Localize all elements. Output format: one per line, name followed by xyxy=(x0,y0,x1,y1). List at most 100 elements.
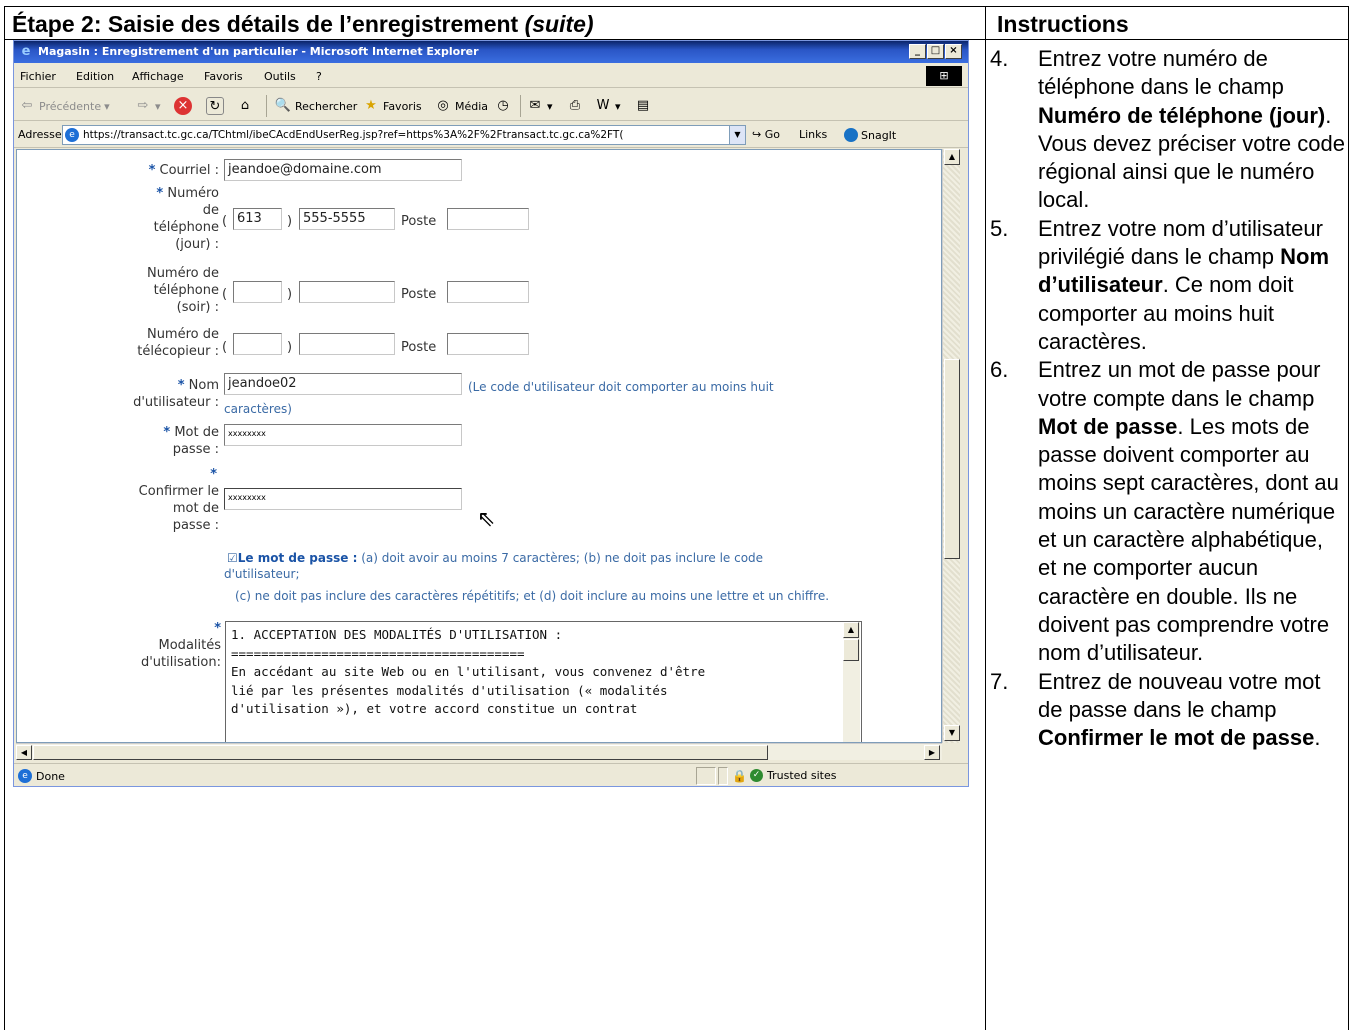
status-panel xyxy=(718,767,728,785)
confirm-password-label: * Confirmer le mot de passe : xyxy=(107,466,219,534)
instruction-item: 6. Entrez un mot de passe pour votre comp… xyxy=(990,356,1345,667)
page-vertical-scrollbar[interactable]: ▲ ▼ xyxy=(942,149,960,743)
forward-button[interactable]: ⇨ ▾ xyxy=(134,97,161,115)
username-label: * Nom d'utilisateur : xyxy=(107,377,219,411)
day-area-code-field[interactable]: 613 xyxy=(233,208,282,230)
required-marker: * xyxy=(210,467,217,482)
evening-area-code-field[interactable] xyxy=(233,281,282,303)
forward-arrow-icon: ⇨ xyxy=(137,98,149,113)
instruction-number: 5. xyxy=(990,215,1009,241)
username-field[interactable]: jeandoe02 xyxy=(224,373,462,395)
security-zone-label: Trusted sites xyxy=(767,769,837,782)
close-paren: ) xyxy=(287,214,293,229)
menu-affichage[interactable]: Affichage xyxy=(132,70,184,83)
address-dropdown-icon[interactable]: ▼ xyxy=(729,126,745,144)
history-button[interactable]: ◷ xyxy=(494,97,512,115)
fax-label-text: télécopieur : xyxy=(137,344,219,359)
status-text: e Done xyxy=(18,769,65,783)
close-icon[interactable]: × xyxy=(945,44,962,59)
scroll-thumb[interactable] xyxy=(843,639,859,661)
stop-button[interactable]: × xyxy=(174,97,192,115)
page-icon: e xyxy=(18,769,32,783)
fax-extension-field[interactable] xyxy=(447,333,529,355)
scroll-right-icon[interactable]: ▶ xyxy=(924,745,940,760)
search-icon: 🔍 xyxy=(274,98,292,113)
terms-textarea[interactable]: 1. ACCEPTATION DES MODALITÉS D'UTILISATI… xyxy=(225,621,862,742)
evening-phone-label-text: téléphone xyxy=(153,283,219,298)
day-extension-field[interactable] xyxy=(447,208,529,230)
toolbar: ⇦ Précédente ▾ ⇨ ▾ × ↻ ⌂ 🔍 Rechercher ★ Favor… xyxy=(14,89,968,121)
go-label: Go xyxy=(764,128,780,141)
lock-icon: 🔒 xyxy=(732,769,747,783)
scroll-down-icon[interactable]: ▼ xyxy=(944,725,960,741)
back-button[interactable]: ⇦ Précédente ▾ xyxy=(18,97,110,115)
username-hint-cont: caractères) xyxy=(224,402,292,416)
evening-phone-label: Numéro de téléphone (soir) : xyxy=(127,265,219,316)
day-phone-label-line: * Numéro xyxy=(127,185,219,202)
password-field[interactable]: xxxxxxxx xyxy=(224,424,462,446)
edit-button[interactable]: W ▾ xyxy=(594,97,621,115)
required-marker: * xyxy=(156,186,164,201)
print-button[interactable]: ⎙ xyxy=(566,97,584,115)
menu-favoris[interactable]: Favoris xyxy=(204,70,243,83)
instruction-field-name: Mot de passe xyxy=(1038,413,1178,439)
toolbar-separator xyxy=(520,95,521,117)
search-button[interactable]: 🔍 Rechercher xyxy=(274,97,357,115)
day-phone-label-text: de xyxy=(202,203,219,218)
title-bar[interactable]: e Magasin : Enregistrement d'un particul… xyxy=(14,41,968,63)
required-marker: * xyxy=(214,621,221,636)
password-label-text: Mot de xyxy=(174,425,219,440)
refresh-button[interactable]: ↻ xyxy=(206,97,224,115)
window-controls: _ □ × xyxy=(909,44,962,59)
status-panel xyxy=(696,767,716,785)
evening-extension-field[interactable] xyxy=(447,281,529,303)
step-heading-suffix: (suite) xyxy=(524,11,594,37)
instruction-number: 4. xyxy=(990,46,1009,71)
required-marker: * xyxy=(163,425,171,440)
scroll-thumb[interactable] xyxy=(944,359,960,559)
snagit-button[interactable]: SnagIt xyxy=(844,128,896,142)
address-input[interactable]: e https://transact.tc.gc.ca/TChtml/ibeCA… xyxy=(62,125,746,145)
links-button[interactable]: Links xyxy=(799,128,827,141)
menu-outils[interactable]: Outils xyxy=(264,70,296,83)
evening-phone-label-text: (soir) : xyxy=(176,300,219,315)
discuss-button[interactable]: ▤ xyxy=(634,97,652,115)
poste-label: Poste xyxy=(401,340,437,355)
mail-button[interactable]: ✉ ▾ xyxy=(526,97,553,115)
terms-scrollbar[interactable]: ▲ xyxy=(843,622,860,742)
scroll-thumb[interactable] xyxy=(33,745,768,760)
search-label: Rechercher xyxy=(295,99,358,113)
menu-help[interactable]: ? xyxy=(316,70,322,83)
evening-phone-field[interactable] xyxy=(299,281,395,303)
fax-area-code-field[interactable] xyxy=(233,333,282,355)
minimize-icon[interactable]: _ xyxy=(909,44,926,59)
menu-bar: Fichier Edition Affichage Favoris Outils… xyxy=(14,64,968,88)
open-paren: ( xyxy=(222,340,228,355)
confirm-label-text: Confirmer le xyxy=(138,484,219,499)
maximize-icon[interactable]: □ xyxy=(927,44,944,59)
star-icon: ★ xyxy=(365,98,377,113)
history-icon: ◷ xyxy=(497,98,509,113)
status-bar: e Done 🔒 ✓ Trusted sites xyxy=(14,763,968,786)
page-horizontal-scrollbar[interactable]: ◀ ▶ xyxy=(16,743,942,760)
email-field[interactable]: jeandoe@domaine.com xyxy=(224,159,462,181)
favorites-button[interactable]: ★ Favoris xyxy=(362,97,421,115)
password-label: * Mot de passe : xyxy=(127,424,219,458)
address-bar: Adresse e https://transact.tc.gc.ca/TCht… xyxy=(14,122,968,148)
snagit-icon xyxy=(844,128,858,142)
media-button[interactable]: ◎ Média xyxy=(434,97,488,115)
day-phone-label-text: téléphone xyxy=(153,220,219,235)
menu-edition[interactable]: Edition xyxy=(76,70,114,83)
instruction-item: 4. Entrez votre numéro de téléphone dans … xyxy=(990,45,1345,215)
back-arrow-icon: ⇦ xyxy=(21,98,33,113)
fax-number-field[interactable] xyxy=(299,333,395,355)
scroll-left-icon[interactable]: ◀ xyxy=(16,745,32,760)
menu-fichier[interactable]: Fichier xyxy=(20,70,56,83)
day-phone-field[interactable]: 555-5555 xyxy=(299,208,395,230)
confirm-password-field[interactable]: xxxxxxxx xyxy=(224,488,462,510)
scroll-up-icon[interactable]: ▲ xyxy=(944,149,960,165)
go-button[interactable]: ↪ Go xyxy=(752,128,780,141)
home-button[interactable]: ⌂ xyxy=(236,97,254,115)
security-zone: ✓ Trusted sites xyxy=(750,769,837,782)
scroll-up-icon[interactable]: ▲ xyxy=(843,622,859,638)
